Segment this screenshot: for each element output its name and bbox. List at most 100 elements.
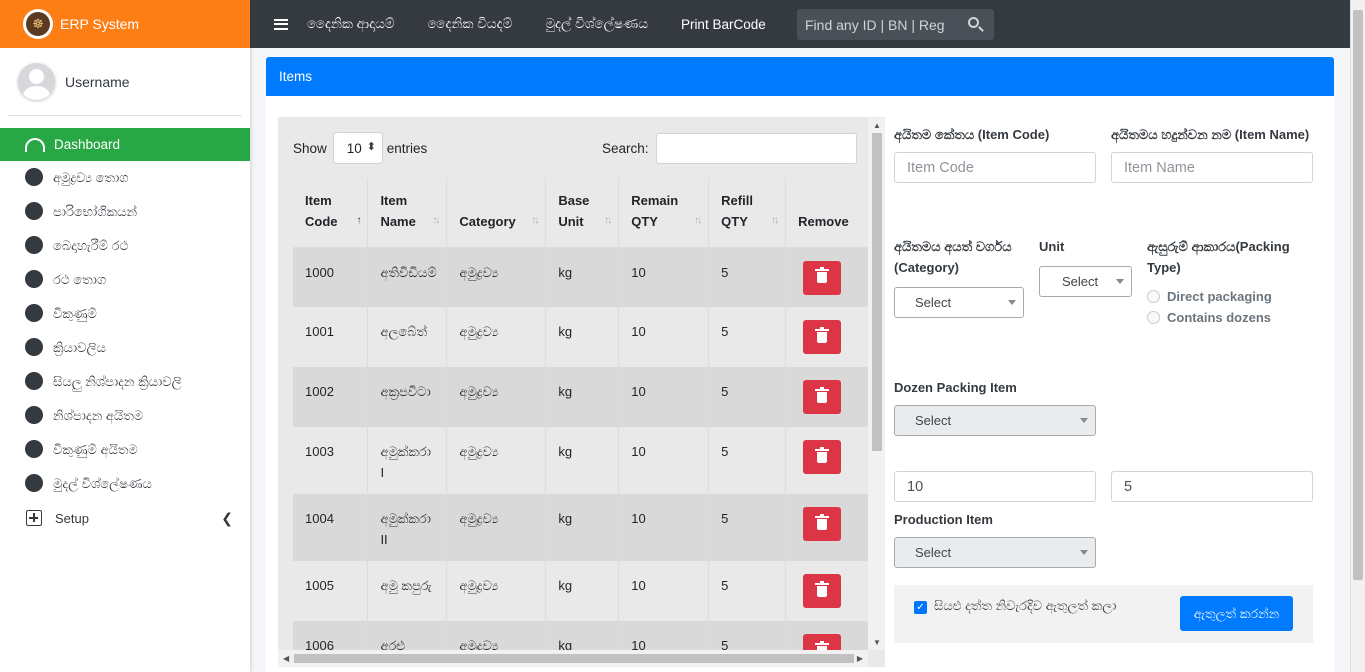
cell-remove	[785, 307, 869, 367]
production-item-select[interactable]: Select	[894, 537, 1096, 568]
col-base-unit[interactable]: Base Unit ↑↓	[545, 178, 620, 248]
delete-button[interactable]	[803, 634, 842, 650]
table-vscroll-thumb[interactable]	[872, 133, 882, 451]
cell-name: අමුක්කරා II	[367, 494, 448, 561]
sidebar-item-delivery-vehicles[interactable]: බෙදාහැරීම් රථ	[0, 229, 250, 263]
table-row[interactable]: 1006 අරළු අමුද්‍රව්‍ය kg 10 5	[293, 621, 869, 650]
page-scrollbar[interactable]	[1350, 0, 1365, 672]
sidebar-item-setup[interactable]: Setup ❮	[0, 501, 250, 535]
sidebar-item-process[interactable]: ක්‍රියාවලිය	[0, 331, 250, 365]
remain-qty-input[interactable]: 10	[894, 471, 1096, 502]
circle-icon	[25, 270, 43, 288]
cell-text: අමුද්‍රව්‍ය	[459, 264, 499, 280]
col-refill-qty[interactable]: Refill QTY ↑↓	[708, 178, 787, 248]
table-row[interactable]: 1003 අමුක්කරා I අමුද්‍රව්‍ය kg 10 5	[293, 427, 869, 494]
cell-text: kg	[558, 578, 573, 593]
cell-remain: 10	[618, 494, 710, 561]
trash-icon	[815, 513, 830, 530]
sidebar-item-label: සියලු නිශ්පාදන ක්‍රියාවලි	[53, 374, 182, 389]
scroll-right-arrow-icon[interactable]: ▶	[857, 654, 863, 663]
sidebar-item-dashboard[interactable]: Dashboard	[0, 128, 250, 161]
cell-refill: 5	[708, 247, 787, 307]
table-vertical-scrollbar[interactable]: ▲ ▼	[868, 118, 885, 650]
cell-text: 5	[721, 444, 729, 459]
table-row[interactable]: 1000 අතිවිඩියම් අමුද්‍රව්‍ය kg 10 5	[293, 247, 869, 307]
scroll-down-arrow-icon[interactable]: ▼	[873, 638, 881, 647]
table-row[interactable]: 1001 අලබේත් අමුද්‍රව්‍ය kg 10 5	[293, 307, 869, 367]
table-search: Search:	[602, 133, 857, 164]
cell-text: 1004	[305, 511, 334, 526]
sidebar-item-vehicle-stock[interactable]: රථ තොග	[0, 263, 250, 297]
sidebar-item-label: මුදල් විශ්ලේෂණය	[53, 476, 152, 491]
radio-contains-dozens[interactable]: Contains dozens	[1147, 310, 1271, 325]
delete-button[interactable]	[803, 440, 842, 474]
nav-link-daily-income[interactable]: දෛනික ආදායම්	[307, 16, 395, 32]
col-header-label: Remain QTY	[631, 192, 679, 229]
username[interactable]: Username	[65, 74, 130, 90]
delete-button[interactable]	[803, 574, 842, 608]
global-search-input[interactable]	[797, 16, 957, 33]
form-footer: ✓ සියළු දත්ත නිවැරදිව ඇතුලත් කලා ඇතුලත් …	[894, 585, 1313, 643]
cell-text: අමුක්කරා I	[380, 444, 432, 480]
delete-button[interactable]	[803, 260, 842, 295]
item-code-input[interactable]: Item Code	[894, 152, 1096, 183]
category-select[interactable]: Select	[894, 287, 1024, 318]
item-name-label: අයිතමය හදුන්වන නම (Item Name)	[1111, 127, 1310, 142]
col-remove[interactable]: Remove↑↓	[785, 178, 869, 248]
search-icon[interactable]	[968, 17, 979, 28]
sidebar-item-production-items[interactable]: නිශ්පාදන අයිතම	[0, 399, 250, 433]
col-category[interactable]: Category ↑↓	[446, 178, 547, 248]
dozen-packing-select[interactable]: Select	[894, 405, 1096, 436]
sidebar-item-sales[interactable]: විකුණුම්	[0, 297, 250, 331]
col-header-label: Refill QTY	[721, 192, 753, 229]
category-select-value: Select	[915, 295, 952, 310]
sidebar-item-customers[interactable]: පාරිභෝගිකයන්	[0, 195, 250, 229]
sidebar-item-label: විකුණුම් අයිතම	[53, 442, 138, 457]
table-horizontal-scrollbar[interactable]: ◀ ▶	[278, 650, 868, 667]
table-hscroll-thumb[interactable]	[294, 654, 854, 663]
brand-link[interactable]: ☸ ERP System	[0, 0, 250, 48]
table-row[interactable]: 1004 අමුක්කරා II අමුද්‍රව්‍ය kg 10 5	[293, 494, 869, 561]
cell-code: 1001	[293, 307, 369, 367]
entries-length-select[interactable]: 10	[332, 132, 383, 164]
scroll-up-arrow-icon[interactable]: ▲	[873, 121, 881, 130]
refill-qty-input[interactable]: 5	[1111, 471, 1313, 502]
circle-icon	[25, 474, 43, 492]
sidebar-item-sales-items[interactable]: විකුණුම් අයිතම	[0, 433, 250, 467]
sort-icon: ↑↓	[432, 214, 440, 226]
radio-button[interactable]	[1147, 290, 1160, 303]
item-name-input[interactable]: Item Name	[1111, 152, 1313, 183]
delete-button[interactable]	[803, 380, 842, 414]
scroll-left-arrow-icon[interactable]: ◀	[283, 654, 289, 663]
hamburger-menu-icon[interactable]	[274, 18, 288, 30]
cell-code: 1005	[293, 561, 369, 621]
radio-direct-packaging[interactable]: Direct packaging	[1147, 289, 1272, 304]
table-row[interactable]: 1002 අක්‍රපවිටා අමුද්‍රව්‍ය kg 10 5	[293, 367, 869, 427]
sidebar-item-label: නිශ්පාදන අයිතම	[53, 408, 144, 423]
top-navbar: දෛනික ආදායම් දෛනික වියදම් මුදල් විශ්ලේෂණ…	[250, 0, 1350, 48]
delete-button[interactable]	[803, 507, 842, 541]
nav-link-print-barcode[interactable]: Print BarCode	[681, 17, 766, 32]
nav-link-financial-analysis[interactable]: මුදල් විශ්ලේෂණය	[545, 16, 648, 32]
sidebar-item-financial-analysis[interactable]: මුදල් විශ්ලේෂණය	[0, 467, 250, 501]
submit-button[interactable]: ඇතුලත් කරන්න	[1180, 596, 1293, 631]
col-remain-qty[interactable]: Remain QTY ↑↓	[618, 178, 710, 248]
table-row[interactable]: 1005 අමු කපුරු අමුද්‍රව්‍ය kg 10 5	[293, 561, 869, 621]
show-label: Show	[293, 140, 327, 156]
col-header-label: Item Name	[380, 192, 416, 229]
confirm-checkbox[interactable]: ✓	[914, 601, 927, 614]
table-search-input[interactable]	[655, 133, 857, 164]
unit-select[interactable]: Select	[1039, 266, 1132, 297]
col-item-name[interactable]: Item Name ↑↓	[367, 178, 448, 248]
page-scrollbar-thumb[interactable]	[1353, 10, 1363, 580]
radio-button[interactable]	[1147, 311, 1160, 324]
delete-button[interactable]	[803, 320, 842, 354]
col-item-code[interactable]: Item Code ↑	[293, 178, 369, 248]
cell-unit: kg	[545, 367, 620, 427]
sidebar-item-all-production-processes[interactable]: සියලු නිශ්පාදන ක්‍රියාවලි	[0, 365, 250, 399]
nav-link-daily-expenses[interactable]: දෛනික වියදම්	[428, 16, 513, 32]
production-item-label: Production Item	[894, 512, 993, 527]
avatar[interactable]	[18, 63, 55, 100]
sidebar-item-raw-materials[interactable]: අමුද්‍රව්‍ය තොග	[0, 161, 250, 195]
cell-text: 5	[721, 384, 729, 399]
